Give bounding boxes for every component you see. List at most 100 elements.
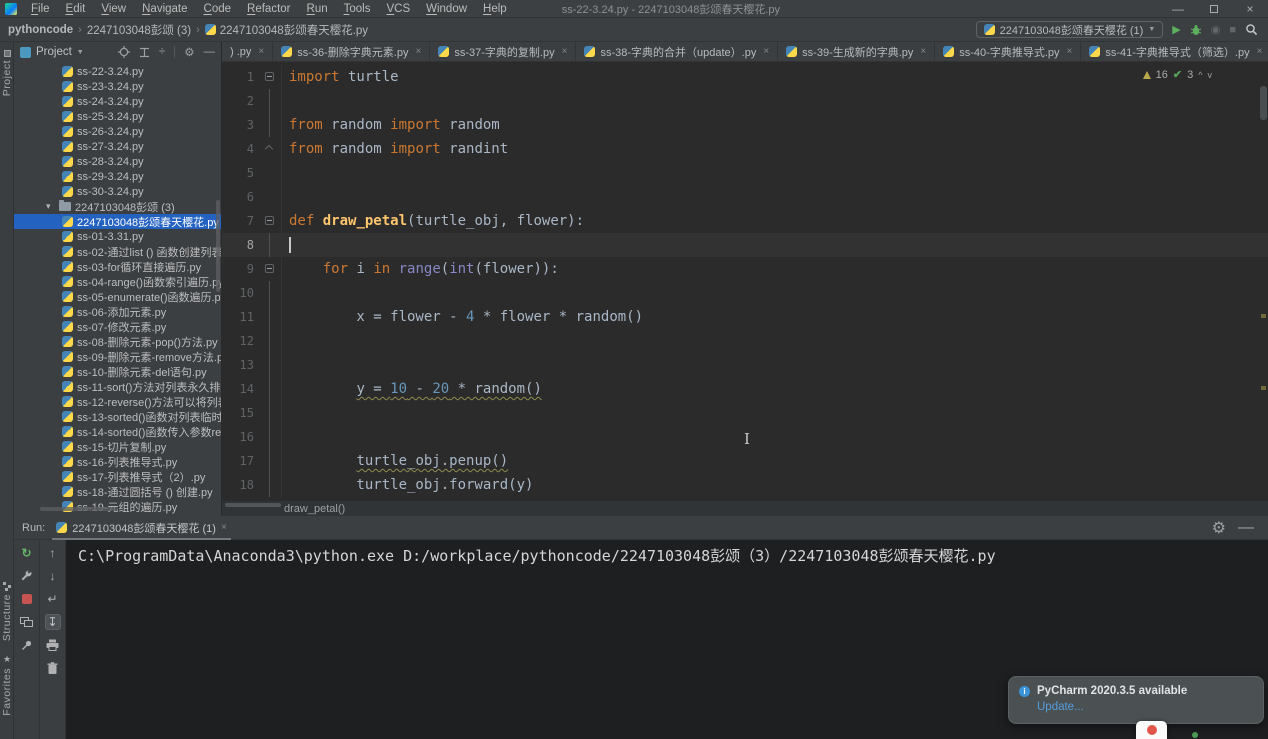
- code-text[interactable]: import turtle: [282, 69, 399, 85]
- filter-icon[interactable]: ÷: [159, 46, 165, 58]
- tree-item[interactable]: ss-05-enumerate()函数遍历.py: [14, 289, 222, 304]
- next-problem-icon[interactable]: v: [1208, 70, 1213, 80]
- fold-gutter[interactable]: [258, 329, 282, 353]
- close-icon[interactable]: ×: [1257, 46, 1263, 57]
- up-stack-icon[interactable]: ↑: [45, 545, 61, 561]
- editor-scrollbar-horizontal[interactable]: [225, 503, 281, 507]
- close-icon[interactable]: ×: [258, 46, 264, 57]
- tree-item[interactable]: ss-04-range()函数索引遍历.py: [14, 274, 222, 289]
- update-link[interactable]: Update...: [1037, 701, 1084, 713]
- close-icon[interactable]: ×: [920, 46, 926, 57]
- warning-stripe-mark[interactable]: [1261, 386, 1266, 390]
- code-text[interactable]: y = 10 - 20 * random(): [282, 381, 542, 397]
- gear-icon[interactable]: ⚙: [1212, 518, 1226, 538]
- code-text[interactable]: [282, 237, 291, 253]
- tree-item[interactable]: ss-18-通过圆括号 () 创建.py: [14, 484, 222, 499]
- line-number[interactable]: 15: [222, 406, 258, 420]
- editor-tab[interactable]: ss-38-字典的合并（update）.py×: [576, 42, 778, 61]
- menu-item-tools[interactable]: Tools: [337, 2, 378, 16]
- fold-end-icon[interactable]: [265, 145, 273, 153]
- fold-gutter[interactable]: [258, 281, 282, 305]
- tree-item[interactable]: ss-25-3.24.py: [14, 109, 222, 124]
- menu-item-run[interactable]: Run: [300, 2, 335, 16]
- tree-item[interactable]: ss-22-3.24.py: [14, 64, 222, 79]
- search-everywhere-icon[interactable]: [1245, 23, 1258, 36]
- tree-item[interactable]: 2247103048彭颂春天樱花.py: [14, 214, 222, 229]
- editor-breadcrumb[interactable]: draw_petal(): [284, 503, 345, 515]
- trash-icon[interactable]: [45, 660, 61, 676]
- close-icon[interactable]: ×: [416, 46, 422, 57]
- tree-item[interactable]: ss-10-删除元素-del语句.py: [14, 364, 222, 379]
- line-number[interactable]: 2: [222, 94, 258, 108]
- fold-gutter[interactable]: [258, 401, 282, 425]
- line-number[interactable]: 7: [222, 214, 258, 228]
- run-button[interactable]: ▶: [1172, 23, 1180, 36]
- line-number[interactable]: 10: [222, 286, 258, 300]
- line-number[interactable]: 18: [222, 478, 258, 492]
- close-icon[interactable]: ×: [763, 46, 769, 57]
- fold-gutter[interactable]: [258, 137, 282, 161]
- stripe-project-button[interactable]: Project: [0, 50, 14, 96]
- code-area[interactable]: 1import turtle23from random import rando…: [222, 62, 1268, 500]
- wrench-icon[interactable]: [19, 568, 35, 584]
- tree-item[interactable]: ss-06-添加元素.py: [14, 304, 222, 319]
- chevron-down-icon[interactable]: ▾: [46, 201, 55, 212]
- code-text[interactable]: turtle_obj.forward(y): [282, 477, 533, 493]
- fold-gutter[interactable]: [258, 425, 282, 449]
- rerun-icon[interactable]: ↻: [19, 545, 35, 561]
- tree-item[interactable]: ss-01-3.31.py: [14, 229, 222, 244]
- run-tab[interactable]: 2247103048彭颂春天樱花 (1) ×: [52, 516, 231, 540]
- tree-item[interactable]: ss-17-列表推导式（2）.py: [14, 469, 222, 484]
- line-number[interactable]: 6: [222, 190, 258, 204]
- fold-gutter[interactable]: [258, 65, 282, 89]
- line-number[interactable]: 4: [222, 142, 258, 156]
- fold-gutter[interactable]: [258, 113, 282, 137]
- close-icon[interactable]: ×: [1067, 46, 1073, 57]
- fold-gutter[interactable]: [258, 377, 282, 401]
- hide-panel-icon[interactable]: —: [204, 46, 216, 58]
- tree-item[interactable]: ss-13-sorted()函数对列表临时排序: [14, 409, 222, 424]
- soft-wrap-icon[interactable]: ↵: [45, 591, 61, 607]
- line-number[interactable]: 17: [222, 454, 258, 468]
- chevron-down-icon[interactable]: ▼: [77, 49, 84, 56]
- code-text[interactable]: for i in range(int(flower)):: [282, 261, 559, 277]
- down-stack-icon[interactable]: ↓: [45, 568, 61, 584]
- tree-item[interactable]: ss-08-删除元素-pop()方法.py: [14, 334, 222, 349]
- fold-marker-icon[interactable]: [265, 216, 274, 225]
- close-icon[interactable]: ×: [1232, 0, 1268, 18]
- breadcrumb-item[interactable]: pythoncode: [8, 24, 73, 36]
- tree-item[interactable]: ss-11-sort()方法对列表永久排序.py: [14, 379, 222, 394]
- breadcrumb-item[interactable]: 2247103048彭颂 (3): [87, 22, 191, 38]
- menu-item-code[interactable]: Code: [197, 2, 239, 16]
- close-icon[interactable]: ×: [562, 46, 568, 57]
- breadcrumb-item[interactable]: 2247103048彭颂春天樱花.py: [205, 22, 368, 38]
- tree-item[interactable]: ss-15-切片复制.py: [14, 439, 222, 454]
- tree-item[interactable]: ss-02-通过list () 函数创建列表.py: [14, 244, 222, 259]
- editor-tab[interactable]: ss-39-生成新的字典.py×: [778, 42, 935, 61]
- warning-stripe-mark[interactable]: [1261, 314, 1266, 318]
- stop-icon[interactable]: [19, 591, 35, 607]
- tree-folder[interactable]: ▾2247103048彭颂 (3): [14, 199, 222, 214]
- line-number[interactable]: 16: [222, 430, 258, 444]
- close-icon[interactable]: ×: [221, 522, 227, 533]
- fold-marker-icon[interactable]: [265, 264, 274, 273]
- fold-gutter[interactable]: [258, 257, 282, 281]
- fold-gutter[interactable]: [258, 185, 282, 209]
- line-number[interactable]: 11: [222, 310, 258, 324]
- tree-item[interactable]: ss-24-3.24.py: [14, 94, 222, 109]
- editor-tab[interactable]: ss-41-字典推导式（筛选）.py×: [1081, 42, 1268, 61]
- tree-item[interactable]: ss-30-3.24.py: [14, 184, 222, 199]
- code-text[interactable]: def draw_petal(turtle_obj, flower):: [282, 213, 584, 229]
- tree-item[interactable]: ss-03-for循环直接遍历.py: [14, 259, 222, 274]
- debug-button[interactable]: [1190, 24, 1202, 36]
- line-number[interactable]: 1: [222, 70, 258, 84]
- menu-item-view[interactable]: View: [94, 2, 133, 16]
- tree-item[interactable]: ss-07-修改元素.py: [14, 319, 222, 334]
- fold-gutter[interactable]: [258, 305, 282, 329]
- tree-item[interactable]: ss-28-3.24.py: [14, 154, 222, 169]
- tree-item[interactable]: ss-09-删除元素-remove方法.py: [14, 349, 222, 364]
- locate-file-icon[interactable]: [118, 46, 130, 58]
- maximize-icon[interactable]: [1196, 0, 1232, 18]
- editor-tab[interactable]: ss-37-字典的复制.py×: [430, 42, 576, 61]
- menu-item-window[interactable]: Window: [419, 2, 474, 16]
